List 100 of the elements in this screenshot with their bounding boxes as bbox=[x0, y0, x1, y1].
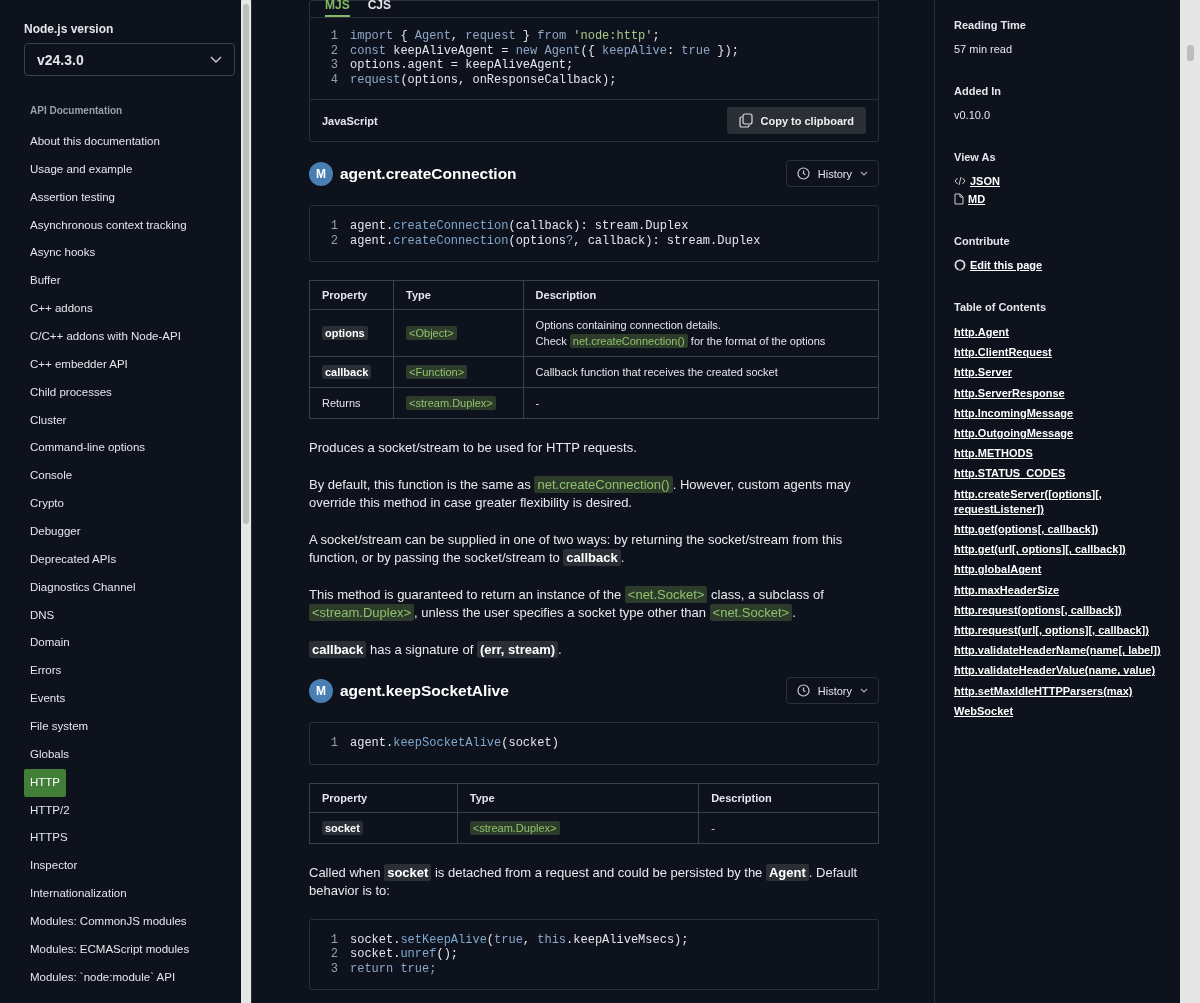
sidebar-item[interactable]: Cluster bbox=[24, 406, 73, 435]
sidebar-item[interactable]: Command-line options bbox=[24, 434, 152, 463]
language-label: JavaScript bbox=[322, 114, 378, 127]
sidebar-item[interactable]: Deprecated APIs bbox=[24, 545, 123, 574]
copy-icon bbox=[738, 113, 753, 128]
sidebar-item[interactable]: HTTP bbox=[24, 768, 67, 797]
sidebar-item[interactable]: Inspector bbox=[24, 852, 84, 881]
sidebar-item[interactable]: C++ addons bbox=[24, 295, 99, 323]
code-line: agent.createConnection(callback): stream.Duplex bbox=[350, 219, 689, 234]
toc-link[interactable]: http.validateHeaderValue(name, value) bbox=[954, 663, 1164, 679]
sidebar-item[interactable]: HTTPS bbox=[24, 824, 74, 853]
file-icon bbox=[954, 193, 964, 205]
type-link[interactable]: <Function> bbox=[406, 365, 468, 379]
type-link[interactable]: <stream.Duplex> bbox=[309, 604, 414, 621]
toc-link[interactable]: http.METHODS bbox=[954, 446, 1164, 462]
toc-link[interactable]: http.get(options[, callback]) bbox=[954, 522, 1164, 538]
sidebar-item[interactable]: Modules: `node:module` API bbox=[24, 963, 182, 992]
scrollbar[interactable] bbox=[1180, 0, 1200, 1003]
sidebar-item[interactable]: About this documentation bbox=[24, 128, 166, 156]
version-select[interactable]: v24.3.0 bbox=[24, 43, 235, 76]
sidebar-item[interactable]: Events bbox=[24, 685, 72, 714]
sidebar-item[interactable]: Console bbox=[24, 462, 79, 491]
toc-link[interactable]: http.createServer([options][, requestListener]) bbox=[954, 486, 1164, 518]
meta-link[interactable]: JSON bbox=[970, 175, 1000, 187]
property-name: callback bbox=[322, 365, 372, 379]
sidebar-item[interactable]: Internationalization bbox=[24, 880, 133, 909]
sidebar-item[interactable]: Async hooks bbox=[24, 239, 102, 268]
sidebar-item[interactable]: File system bbox=[24, 713, 95, 741]
version-label: Node.js version bbox=[24, 22, 115, 36]
scrollbar[interactable] bbox=[241, 0, 251, 1003]
sidebar-item[interactable]: Modules: CommonJS modules bbox=[24, 908, 193, 936]
method-title: agent.createConnection bbox=[340, 164, 518, 183]
toc-link[interactable]: http.globalAgent bbox=[954, 562, 1164, 578]
toc-link[interactable]: http.OutgoingMessage bbox=[954, 426, 1164, 442]
meta-link[interactable]: MD bbox=[968, 193, 986, 205]
type-link[interactable]: <net.Socket> bbox=[624, 585, 708, 603]
sidebar-item[interactable]: C++ embedder API bbox=[24, 350, 134, 379]
sidebar-item[interactable]: Crypto bbox=[24, 490, 70, 519]
sidebar-item[interactable]: Buffer bbox=[24, 267, 67, 296]
history-button[interactable]: History bbox=[785, 677, 879, 704]
type-link[interactable]: <stream.Duplex> bbox=[469, 820, 560, 835]
chevron-down-icon bbox=[210, 56, 222, 63]
toc-link[interactable]: http.ServerResponse bbox=[954, 385, 1164, 401]
toc-link[interactable]: WebSocket bbox=[954, 703, 1164, 720]
toc-link[interactable]: http.ClientRequest bbox=[954, 345, 1164, 361]
code-line: options.agent = keepAliveAgent; bbox=[350, 58, 574, 73]
toc-link[interactable]: http.get(url[, options][, callback]) bbox=[954, 542, 1164, 558]
line-number: 4 bbox=[329, 72, 338, 87]
sidebar-item[interactable]: Assertion testing bbox=[24, 183, 121, 212]
type-link[interactable]: <stream.Duplex> bbox=[406, 396, 496, 410]
sidebar-item[interactable]: C/C++ addons with Node-API bbox=[24, 323, 187, 351]
cell-text: - bbox=[711, 820, 716, 836]
property-name: socket bbox=[322, 820, 363, 835]
sidebar-item[interactable]: Debugger bbox=[24, 518, 87, 546]
type-link[interactable]: net.createConnection() bbox=[534, 475, 673, 493]
sidebar-item[interactable]: HTTP/2 bbox=[24, 796, 76, 825]
type-link[interactable]: <Object> bbox=[406, 326, 457, 340]
column-header: Description bbox=[711, 791, 772, 804]
code-tab[interactable]: MJS bbox=[325, 0, 350, 17]
toc-link[interactable]: http.Server bbox=[954, 365, 1164, 381]
method-badge: M bbox=[309, 161, 333, 186]
line-number: 3 bbox=[329, 961, 338, 976]
toc-link[interactable]: http.Agent bbox=[954, 325, 1164, 341]
code-tab[interactable]: CJS bbox=[367, 0, 392, 17]
toc-link[interactable]: http.request(options[, callback]) bbox=[954, 602, 1164, 619]
sidebar-item[interactable]: Modules: ECMAScript modules bbox=[24, 935, 196, 964]
history-button[interactable]: History bbox=[785, 160, 879, 187]
sidebar-item[interactable]: Globals bbox=[24, 740, 75, 769]
type-link[interactable]: net.createConnection() bbox=[569, 334, 688, 348]
column-header: Type bbox=[469, 791, 495, 804]
column-header: Property bbox=[322, 289, 368, 301]
sidebar-item[interactable]: Errors bbox=[24, 657, 68, 686]
line-number: 1 bbox=[329, 29, 338, 44]
toc-title: Table of Contents bbox=[954, 301, 1048, 313]
copy-button[interactable]: Copy to clipboard bbox=[726, 107, 866, 134]
toc-link[interactable]: http.IncomingMessage bbox=[954, 405, 1164, 421]
sidebar-item[interactable]: Domain bbox=[24, 629, 76, 658]
sidebar-item[interactable]: Diagnostics Channel bbox=[24, 573, 142, 602]
sidebar-item[interactable]: DNS bbox=[24, 601, 61, 630]
line-number: 1 bbox=[329, 736, 338, 751]
toc-link[interactable]: http.validateHeaderName(name[, label]) bbox=[954, 643, 1164, 659]
sidebar-item[interactable]: Asynchronous context tracking bbox=[24, 211, 193, 240]
chevron-down-icon bbox=[860, 171, 868, 176]
code-line: socket.setKeepAlive(true, this.keepAliveMsecs); bbox=[350, 932, 689, 947]
method-title: agent.keepSocketAlive bbox=[340, 681, 510, 700]
sidebar-item[interactable]: Child processes bbox=[24, 378, 118, 407]
code-line: request(options, onResponseCallback); bbox=[350, 72, 617, 87]
cell-text: Returns bbox=[322, 396, 362, 411]
code-line: agent.keepSocketAlive(socket) bbox=[350, 736, 559, 751]
paragraph: A socket/stream can be supplied in one of two ways: by returning the socket/stream from this function, or by passing the socket/stream to callback . bbox=[309, 530, 844, 568]
toc-link[interactable]: http.request(url[, options][, callback]) bbox=[954, 623, 1164, 639]
type-link[interactable]: <net.Socket> bbox=[709, 604, 793, 621]
toc-link[interactable]: http.STATUS_CODES bbox=[954, 466, 1164, 482]
meta-link[interactable]: Edit this page bbox=[970, 259, 1043, 271]
column-header: Type bbox=[406, 289, 431, 301]
toc-link[interactable]: http.setMaxIdleHTTPParsers(max) bbox=[954, 683, 1164, 699]
sidebar-item[interactable]: Usage and example bbox=[24, 155, 139, 184]
meta-title: View As bbox=[954, 151, 997, 163]
meta-title: Contribute bbox=[954, 235, 1011, 247]
toc-link[interactable]: http.maxHeaderSize bbox=[954, 582, 1164, 598]
